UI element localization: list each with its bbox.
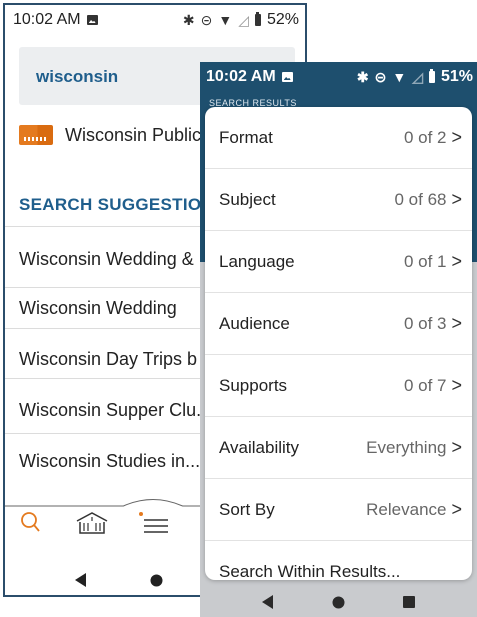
- battery-icon: [428, 69, 435, 83]
- status-time: 10:02 AM: [13, 11, 81, 28]
- filter-row-sort-by[interactable]: Sort By Relevance >: [205, 479, 472, 541]
- recents-nav-icon[interactable]: [403, 596, 415, 608]
- filter-label: Supports: [219, 375, 288, 395]
- chevron-right-icon: >: [451, 435, 462, 458]
- filter-sheet: Format 0 of 2 > Subject 0 of 68 > Language…: [205, 107, 472, 580]
- suggestion-item[interactable]: Wisconsin Wedding &: [19, 249, 194, 270]
- chevron-right-icon: >: [451, 249, 462, 272]
- wifi-icon: ▼: [218, 12, 233, 28]
- filter-label: Format: [219, 127, 273, 147]
- filter-row-search-within[interactable]: Search Within Results...: [205, 541, 472, 580]
- suggestion-item[interactable]: Wisconsin Wedding: [19, 298, 177, 319]
- suggestions-heading: SEARCH SUGGESTIONS: [19, 195, 226, 214]
- filter-value: 0 of 3: [403, 313, 447, 333]
- menu-icon[interactable]: [138, 511, 170, 537]
- filter-label: Sort By: [219, 499, 275, 519]
- status-bar: 10:02 AM ✱ ⊝ ▼ ◿ 51%: [200, 62, 477, 92]
- bluetooth-icon: ✱: [356, 68, 369, 85]
- image-notification-icon: [281, 72, 293, 82]
- search-icon[interactable]: [20, 511, 40, 533]
- battery-level: 51%: [440, 68, 473, 85]
- status-time: 10:02 AM: [206, 68, 276, 85]
- filter-row-supports[interactable]: Supports 0 of 7 >: [205, 355, 472, 417]
- chevron-right-icon: >: [451, 187, 462, 210]
- back-nav-icon[interactable]: [75, 573, 87, 587]
- filter-label: Availability: [219, 437, 300, 457]
- suggestion-item[interactable]: Wisconsin Supper Clu...: [19, 400, 211, 421]
- status-bar: 10:02 AM ✱ ⊝ ▼ ◿ 52%: [5, 5, 305, 35]
- chevron-right-icon: >: [451, 373, 462, 396]
- chevron-right-icon: >: [451, 311, 462, 334]
- filter-row-subject[interactable]: Subject 0 of 68 >: [205, 169, 472, 231]
- home-nav-icon[interactable]: [332, 596, 345, 609]
- do-not-disturb-icon: ⊝: [374, 68, 387, 85]
- filter-value: Everything: [366, 437, 447, 457]
- suggestion-item[interactable]: Wisconsin Studies in...: [19, 451, 200, 472]
- home-nav-icon[interactable]: [150, 574, 163, 587]
- chevron-right-icon: >: [451, 125, 462, 148]
- filter-value: 0 of 7: [403, 375, 447, 395]
- bluetooth-icon: ✱: [182, 11, 195, 28]
- filter-value: 0 of 1: [403, 251, 447, 271]
- filter-value: 0 of 68: [394, 189, 447, 209]
- signal-icon: ◿: [412, 68, 423, 85]
- back-nav-icon[interactable]: [262, 595, 274, 609]
- filter-row-format[interactable]: Format 0 of 2 >: [205, 107, 472, 169]
- filter-label: Subject: [219, 189, 276, 209]
- battery-icon: [254, 12, 261, 26]
- filter-label: Audience: [219, 313, 290, 333]
- filter-value: 0 of 2: [403, 127, 447, 147]
- filter-value: Relevance: [366, 499, 447, 519]
- image-notification-icon: [86, 15, 98, 25]
- library-name: Wisconsin Public: [65, 124, 202, 145]
- chevron-right-icon: >: [451, 497, 462, 520]
- search-query: wisconsin: [36, 67, 119, 86]
- do-not-disturb-icon: ⊝: [200, 11, 213, 28]
- wifi-icon: ▼: [392, 69, 407, 85]
- filter-row-availability[interactable]: Availability Everything >: [205, 417, 472, 479]
- battery-level: 52%: [266, 11, 299, 28]
- filter-label: Language: [219, 251, 295, 271]
- library-icon[interactable]: [73, 511, 111, 537]
- system-navigation-bar: [200, 587, 477, 617]
- filter-row-audience[interactable]: Audience 0 of 3 >: [205, 293, 472, 355]
- library-logo-icon: [19, 125, 53, 145]
- suggestion-item[interactable]: Wisconsin Day Trips b: [19, 349, 197, 370]
- signal-icon: ◿: [238, 11, 249, 28]
- filter-row-language[interactable]: Language 0 of 1 >: [205, 231, 472, 293]
- filter-label: Search Within Results...: [219, 562, 401, 580]
- library-suggestion[interactable]: Wisconsin Public: [19, 120, 201, 150]
- front-phone-screen: 10:02 AM ✱ ⊝ ▼ ◿ 51% SEARCH RESULTS Form…: [200, 62, 477, 617]
